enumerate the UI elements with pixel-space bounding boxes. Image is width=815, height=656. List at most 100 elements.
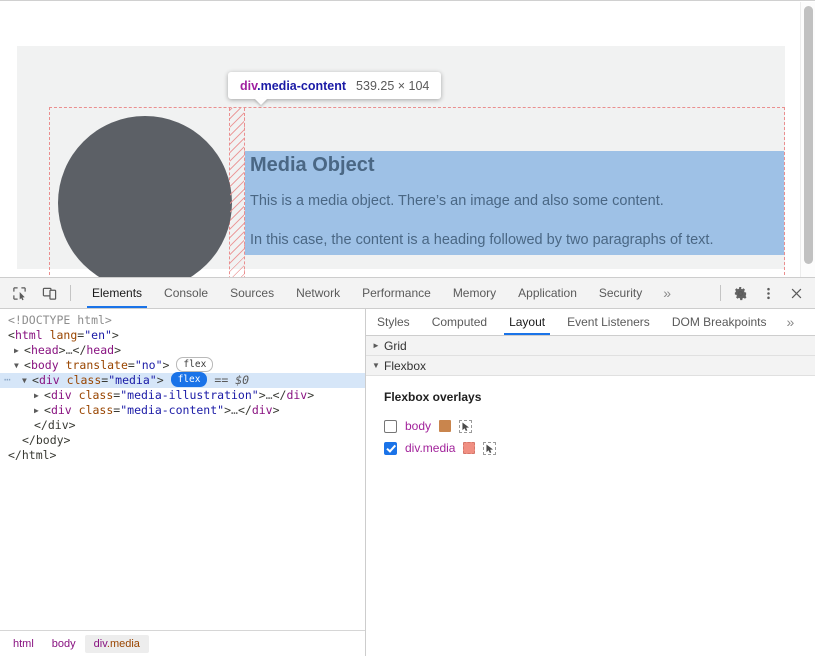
tab-dom-breakpoints[interactable]: DOM Breakpoints (661, 309, 778, 335)
dom-row-close-html[interactable]: </html> (0, 448, 365, 463)
tab-memory[interactable]: Memory (442, 278, 507, 308)
tooltip-tag-name: div (240, 79, 257, 93)
expand-triangle-head-icon[interactable]: ▶ (14, 343, 24, 358)
flexbox-overlay-color-swatch-div-media[interactable] (463, 442, 475, 454)
tab-computed[interactable]: Computed (421, 309, 498, 335)
flexbox-overlay-row-div-media[interactable]: div.media (384, 437, 815, 459)
media-illustration[interactable] (50, 108, 230, 277)
media-tag-name: div (39, 373, 60, 387)
expand-triangle-illustration-icon[interactable]: ▶ (34, 388, 44, 403)
flexbox-overlay-checkbox-div-media[interactable] (384, 442, 397, 455)
tab-performance[interactable]: Performance (351, 278, 442, 308)
flexbox-overlay-row-body[interactable]: body (384, 415, 815, 437)
media-flex-container[interactable]: Media Object This is a media object. The… (50, 108, 784, 277)
media-attr-name: class (67, 373, 102, 387)
dom-tree[interactable]: <!DOCTYPE html> <html lang="en"> ▶<head>… (0, 309, 365, 630)
media-flex-badge[interactable]: flex (171, 372, 208, 387)
tab-layout[interactable]: Layout (498, 309, 556, 335)
tooltip-selector: div.media-content (240, 79, 346, 93)
row-overflow-dots-icon[interactable]: ⋯ (4, 372, 11, 387)
tab-console[interactable]: Console (153, 278, 219, 308)
tab-security[interactable]: Security (588, 278, 653, 308)
head-ellipsis: … (66, 343, 73, 357)
flexbox-gap-overlay (230, 108, 245, 277)
dom-row-div-media[interactable]: ⋯▼<div class="media"> flex == $0 (0, 373, 365, 388)
scrollbar-thumb[interactable] (804, 6, 813, 264)
devtools-panel: Elements Console Sources Network Perform… (0, 277, 815, 656)
breadcrumb-item-div-media[interactable]: div.media (85, 635, 149, 653)
content-attr-name: class (79, 403, 114, 417)
devtools-toolbar: Elements Console Sources Network Perform… (0, 278, 815, 309)
breadcrumb-tag: div (94, 638, 107, 650)
section-label-grid: Grid (384, 339, 407, 353)
content-ellipsis: … (231, 403, 238, 417)
collapse-triangle-media-icon[interactable]: ▼ (22, 373, 32, 388)
doctype-text: <!DOCTYPE html> (8, 313, 112, 327)
element-picker-icon-div-media[interactable] (483, 442, 496, 455)
tab-elements[interactable]: Elements (81, 278, 153, 308)
gear-icon[interactable] (727, 281, 753, 305)
flexbox-overlays-title: Flexbox overlays (384, 390, 815, 404)
head-tag-name: head (31, 343, 59, 357)
tab-network[interactable]: Network (285, 278, 351, 308)
section-header-grid[interactable]: ► Grid (366, 336, 815, 356)
breadcrumb-class: .media (107, 638, 140, 650)
page-viewport: Media Object This is a media object. The… (0, 0, 815, 277)
media-content[interactable]: Media Object This is a media object. The… (245, 108, 784, 277)
tab-application[interactable]: Application (507, 278, 588, 308)
illustration-attr-name: class (79, 388, 114, 402)
device-toolbar-icon[interactable] (36, 281, 62, 305)
flexbox-overlay-color-swatch-body[interactable] (439, 420, 451, 432)
section-label-flexbox: Flexbox (384, 359, 426, 373)
toolbar-divider-right (720, 285, 721, 301)
breadcrumb-item-html[interactable]: html (4, 635, 43, 653)
body-tag-name: body (31, 358, 59, 372)
illustration-attr-value: "media-illustration" (120, 388, 258, 402)
section-header-flexbox[interactable]: ▼ Flexbox (366, 356, 815, 376)
body-flex-badge[interactable]: flex (176, 357, 213, 372)
dom-row-doctype[interactable]: <!DOCTYPE html> (0, 313, 365, 328)
sidebar-more-tabs-chevron-icon[interactable]: » (778, 309, 804, 335)
close-body-text: </body> (22, 433, 70, 447)
more-tabs-chevron-icon[interactable]: » (653, 278, 681, 308)
close-icon[interactable] (783, 281, 809, 305)
dom-row-close-body[interactable]: </body> (0, 433, 365, 448)
selected-node-ref: $0 (235, 373, 249, 387)
content-attr-value: "media-content" (120, 403, 224, 417)
element-picker-icon-body[interactable] (459, 420, 472, 433)
html-tag-name: html (15, 328, 43, 342)
breadcrumb-item-body[interactable]: body (43, 635, 85, 653)
flexbox-overlay-label-div-media: div.media (405, 441, 455, 455)
tooltip-class-name: .media-content (257, 79, 346, 93)
flexbox-overlay-checkbox-body[interactable] (384, 420, 397, 433)
tab-styles[interactable]: Styles (366, 309, 421, 335)
illustration-tag-name: div (51, 388, 72, 402)
dom-row-media-illustration[interactable]: ▶<div class="media-illustration">…</div> (0, 388, 365, 403)
flexbox-section-body: Flexbox overlays body div.med (366, 376, 815, 459)
media-content-text: Media Object This is a media object. The… (250, 151, 784, 249)
expand-triangle-content-icon[interactable]: ▶ (34, 403, 44, 418)
breadcrumb: html body div.media (0, 630, 365, 656)
illustration-circle (58, 116, 232, 277)
illustration-ellipsis: … (266, 388, 273, 402)
content-close-tag: div (252, 403, 273, 417)
tab-event-listeners[interactable]: Event Listeners (556, 309, 661, 335)
chevron-down-icon: ▼ (372, 361, 384, 370)
dom-row-body[interactable]: ▼<body translate="no"> flex (0, 358, 365, 373)
page-vertical-scrollbar[interactable] (800, 2, 815, 277)
devtools-body: <!DOCTYPE html> <html lang="en"> ▶<head>… (0, 309, 815, 656)
close-div-text: </div> (34, 418, 76, 432)
inspect-element-icon[interactable] (6, 281, 32, 305)
close-html-text: </html> (8, 448, 56, 462)
dom-row-media-content[interactable]: ▶<div class="media-content">…</div> (0, 403, 365, 418)
media-paragraph-1: This is a media object. There’s an image… (250, 177, 784, 210)
dom-row-head[interactable]: ▶<head>…</head> (0, 343, 365, 358)
tooltip-dimensions: 539.25 × 104 (356, 79, 429, 93)
collapse-triangle-body-icon[interactable]: ▼ (14, 358, 24, 373)
tab-sources[interactable]: Sources (219, 278, 285, 308)
dom-row-html[interactable]: <html lang="en"> (0, 328, 365, 343)
body-attr-name: translate (66, 358, 128, 372)
three-dot-menu-icon[interactable] (755, 281, 781, 305)
dom-row-close-div[interactable]: </div> (0, 418, 365, 433)
html-attr-value: "en" (84, 328, 112, 342)
